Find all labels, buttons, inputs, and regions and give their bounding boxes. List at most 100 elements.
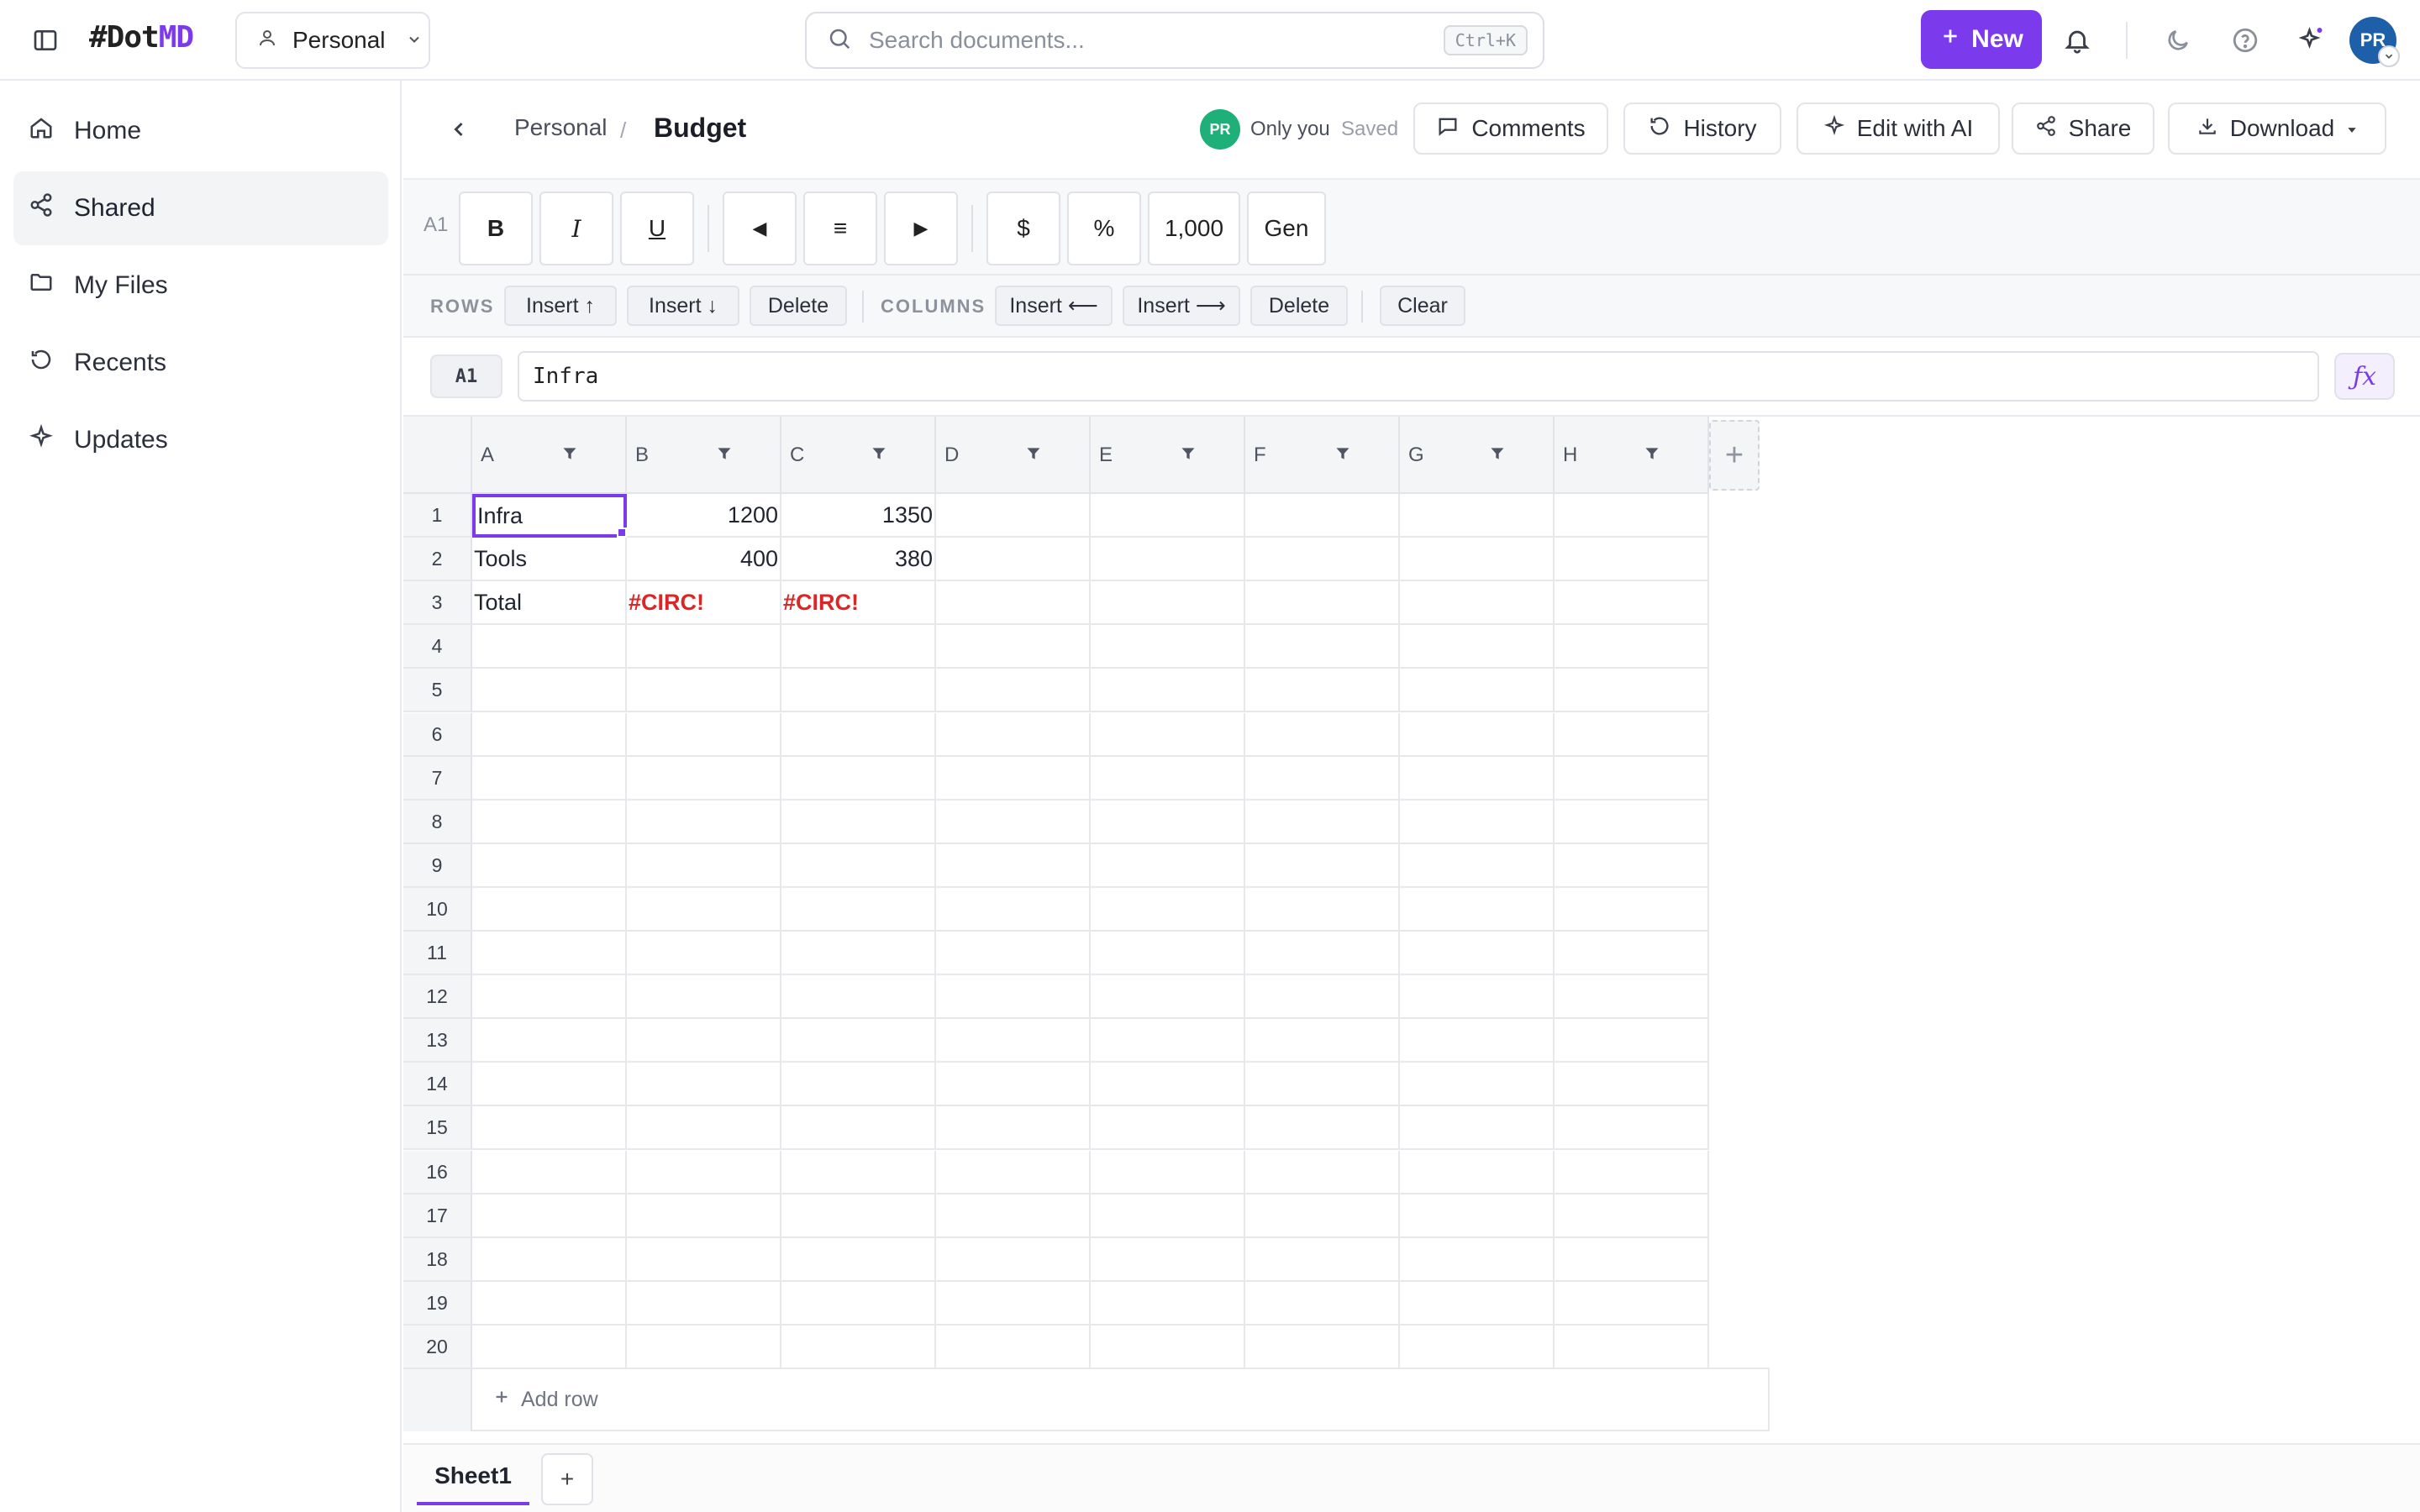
insert-row-above-button[interactable]: Insert ↑ bbox=[504, 286, 617, 326]
grid-cell[interactable] bbox=[1091, 1282, 1245, 1326]
grid-cell[interactable] bbox=[936, 1194, 1091, 1238]
grid-cell[interactable] bbox=[1555, 538, 1709, 581]
underline-button[interactable]: U bbox=[620, 192, 694, 265]
grid-cell[interactable] bbox=[1555, 1019, 1709, 1063]
row-header[interactable]: 7 bbox=[403, 757, 472, 801]
grid-cell[interactable] bbox=[1091, 757, 1245, 801]
grid-cell[interactable] bbox=[627, 1106, 781, 1150]
grid-cell[interactable]: 380 bbox=[781, 538, 936, 581]
grid-cell[interactable] bbox=[1555, 975, 1709, 1019]
column-header[interactable]: D bbox=[936, 417, 1091, 494]
grid-cell[interactable] bbox=[1555, 844, 1709, 888]
grid-cell[interactable] bbox=[1400, 932, 1555, 975]
grid-cell[interactable] bbox=[936, 1019, 1091, 1063]
grid-cell[interactable] bbox=[1400, 888, 1555, 932]
grid-cell[interactable] bbox=[627, 1019, 781, 1063]
add-row-button[interactable]: Add row bbox=[472, 1368, 1770, 1431]
grid-cell[interactable] bbox=[627, 669, 781, 712]
selected-cell[interactable]: Infra bbox=[472, 494, 627, 538]
grid-cell[interactable] bbox=[1400, 844, 1555, 888]
grid-cell[interactable] bbox=[1091, 1019, 1245, 1063]
insert-column-right-button[interactable]: Insert ⟶ bbox=[1123, 286, 1240, 326]
grid-cell[interactable] bbox=[1400, 1106, 1555, 1150]
grid-cell[interactable] bbox=[472, 1282, 627, 1326]
grid-cell[interactable] bbox=[936, 538, 1091, 581]
grid-cell[interactable] bbox=[1091, 801, 1245, 844]
row-header[interactable]: 6 bbox=[403, 713, 472, 757]
grid-cell[interactable] bbox=[936, 975, 1091, 1019]
grid-cell[interactable] bbox=[1400, 625, 1555, 669]
grid-cell[interactable] bbox=[472, 1063, 627, 1106]
grid-cell[interactable] bbox=[1555, 1238, 1709, 1282]
filter-icon[interactable] bbox=[560, 444, 580, 464]
grid-cell[interactable] bbox=[1555, 1282, 1709, 1326]
grid-cell[interactable] bbox=[472, 932, 627, 975]
grid-cell[interactable] bbox=[472, 975, 627, 1019]
grid-cell[interactable] bbox=[936, 581, 1091, 625]
grid-cell[interactable]: 1350 bbox=[781, 494, 936, 538]
grid-cell[interactable]: Total bbox=[472, 581, 627, 625]
grid-cell[interactable] bbox=[1555, 1194, 1709, 1238]
grid-cell[interactable] bbox=[472, 713, 627, 757]
grid-cell[interactable] bbox=[1555, 494, 1709, 538]
column-header[interactable]: E bbox=[1091, 417, 1245, 494]
grid-cell[interactable] bbox=[1091, 932, 1245, 975]
grid-cell[interactable] bbox=[781, 1019, 936, 1063]
delete-column-button[interactable]: Delete bbox=[1250, 286, 1348, 326]
grid-cell[interactable] bbox=[627, 1063, 781, 1106]
grid-cell[interactable] bbox=[1555, 1063, 1709, 1106]
formula-input[interactable] bbox=[518, 351, 2319, 402]
grid-cell[interactable] bbox=[781, 932, 936, 975]
grid-cell[interactable] bbox=[1245, 844, 1400, 888]
grid-cell[interactable] bbox=[936, 1326, 1091, 1369]
grid-cell[interactable] bbox=[1555, 1106, 1709, 1150]
grid-cell[interactable] bbox=[1091, 1238, 1245, 1282]
grid-cell[interactable] bbox=[1555, 1151, 1709, 1194]
grid-cell[interactable] bbox=[1245, 1194, 1400, 1238]
row-header[interactable]: 19 bbox=[403, 1282, 472, 1326]
grid-cell[interactable]: #CIRC! bbox=[781, 581, 936, 625]
back-arrow-icon[interactable] bbox=[442, 113, 476, 146]
grid-cell[interactable] bbox=[1245, 1063, 1400, 1106]
history-button[interactable]: History bbox=[1623, 102, 1781, 155]
grid-cell[interactable] bbox=[781, 1238, 936, 1282]
sidebar-item-shared[interactable]: Shared bbox=[13, 171, 388, 245]
grid-cell[interactable] bbox=[781, 757, 936, 801]
function-button[interactable]: ƒx bbox=[2334, 353, 2395, 400]
grid-cell[interactable] bbox=[1400, 1019, 1555, 1063]
grid-cell[interactable] bbox=[1091, 494, 1245, 538]
grid-cell[interactable] bbox=[1245, 888, 1400, 932]
workspace-switcher[interactable]: Personal bbox=[235, 12, 430, 69]
delete-row-button[interactable]: Delete bbox=[750, 286, 847, 326]
column-header[interactable]: A bbox=[472, 417, 627, 494]
grid-cell[interactable] bbox=[1400, 1238, 1555, 1282]
new-document-button[interactable]: New bbox=[1921, 10, 2042, 69]
grid-cell[interactable] bbox=[627, 1326, 781, 1369]
grid-cell[interactable] bbox=[1245, 801, 1400, 844]
grid-cell[interactable] bbox=[1555, 801, 1709, 844]
grid-cell[interactable] bbox=[781, 669, 936, 712]
bold-button[interactable]: B bbox=[459, 192, 533, 265]
download-button[interactable]: Download bbox=[2168, 102, 2386, 155]
grid-cell[interactable] bbox=[1091, 1194, 1245, 1238]
grid-cell[interactable] bbox=[781, 1063, 936, 1106]
thousands-format-button[interactable]: 1,000 bbox=[1148, 192, 1240, 265]
app-logo[interactable]: #DotMD bbox=[89, 20, 194, 55]
grid-cell[interactable]: 400 bbox=[627, 538, 781, 581]
grid-cell[interactable] bbox=[1245, 1151, 1400, 1194]
breadcrumb-parent[interactable]: Personal bbox=[514, 114, 608, 141]
grid-cell[interactable] bbox=[627, 1151, 781, 1194]
insert-row-below-button[interactable]: Insert ↓ bbox=[627, 286, 739, 326]
grid-cell[interactable] bbox=[1091, 844, 1245, 888]
column-header[interactable]: F bbox=[1245, 417, 1400, 494]
grid-cell[interactable] bbox=[1400, 713, 1555, 757]
grid-cell[interactable] bbox=[627, 1282, 781, 1326]
filter-icon[interactable] bbox=[1642, 444, 1662, 464]
grid-cell[interactable] bbox=[936, 625, 1091, 669]
grid-cell[interactable] bbox=[1245, 1238, 1400, 1282]
row-header[interactable]: 8 bbox=[403, 801, 472, 844]
row-header[interactable]: 9 bbox=[403, 844, 472, 888]
grid-cell[interactable] bbox=[1555, 932, 1709, 975]
percent-format-button[interactable]: % bbox=[1067, 192, 1141, 265]
grid-cell[interactable] bbox=[627, 757, 781, 801]
